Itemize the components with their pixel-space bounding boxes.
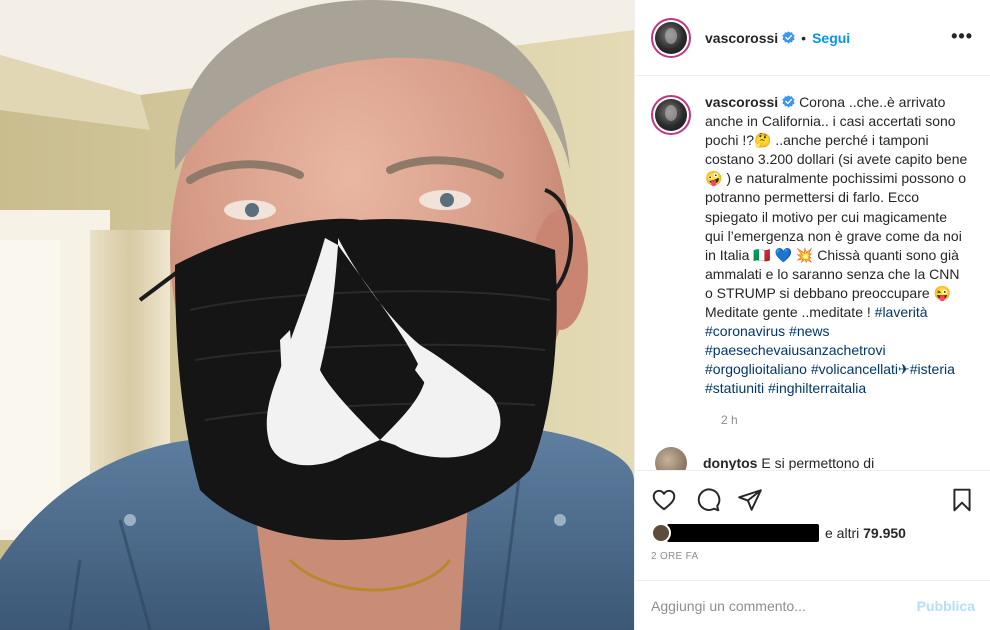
comment-text: donytos E si permettono di <box>703 455 874 471</box>
caption: vascorossi Corona ..che..è arrivato anch… <box>705 93 969 399</box>
caption-time[interactable]: 2 h <box>721 413 975 427</box>
hashtag[interactable]: #inghilterraitalia <box>768 380 866 396</box>
bookmark-icon[interactable] <box>949 487 975 513</box>
hashtag[interactable]: #volicancellati✈ <box>811 361 910 377</box>
likes-suffix: e altri <box>825 525 860 541</box>
likes-summary[interactable]: e altri 79.950 <box>651 522 906 544</box>
comment-input[interactable] <box>651 597 917 614</box>
caption-username[interactable]: vascorossi <box>705 94 778 110</box>
hashtag[interactable]: #orgoglioitaliano <box>705 361 807 377</box>
post-sidebar: vascorossi • Segui ••• vascorossi Corona… <box>634 0 990 630</box>
caption-avatar[interactable] <box>651 95 691 135</box>
comment-item: donytos E si permettono di <box>651 446 975 471</box>
separator-dot: • <box>801 29 807 46</box>
comment-body: E si permettono di <box>761 454 875 471</box>
publish-button[interactable]: Pubblica <box>917 598 975 614</box>
likes-count[interactable]: 79.950 <box>863 525 906 541</box>
header-avatar[interactable] <box>651 17 691 58</box>
verified-badge-icon <box>782 95 795 108</box>
hashtag[interactable]: #statiuniti <box>705 380 764 396</box>
more-options-icon[interactable]: ••• <box>951 27 973 45</box>
action-bar <box>635 470 990 530</box>
hashtag[interactable]: #laverità <box>875 304 928 320</box>
verified-badge-icon <box>782 31 795 44</box>
hashtag[interactable]: #news <box>789 323 829 339</box>
post-timestamp[interactable]: 2 ORE FA <box>651 551 698 562</box>
heart-icon[interactable] <box>651 487 677 513</box>
paper-plane-icon[interactable] <box>737 487 763 513</box>
header-username[interactable]: vascorossi <box>705 30 778 46</box>
likes-text: e altri 79.950 <box>825 525 906 541</box>
hashtag[interactable]: #isteria <box>910 361 955 377</box>
comment-avatar[interactable] <box>655 446 687 470</box>
comment-username[interactable]: donytos <box>703 455 757 471</box>
follow-button[interactable]: Segui <box>812 30 850 46</box>
post-photo[interactable] <box>0 0 634 630</box>
add-comment-bar: Pubblica <box>635 580 990 630</box>
redacted-liker-name <box>667 524 819 542</box>
comment-icon[interactable] <box>695 487 721 513</box>
post-header: vascorossi • Segui ••• <box>635 0 990 76</box>
hashtag[interactable]: #coronavirus <box>705 323 785 339</box>
post-image <box>0 0 634 630</box>
hashtag[interactable]: #paesechevaiusanzachetrovi <box>705 342 886 358</box>
comments-area[interactable]: vascorossi Corona ..che..è arrivato anch… <box>635 77 990 470</box>
caption-text: Corona ..che..è arrivato anche in Califo… <box>705 94 968 321</box>
liker-avatar <box>651 523 671 543</box>
caption-row: vascorossi Corona ..che..è arrivato anch… <box>651 93 975 399</box>
